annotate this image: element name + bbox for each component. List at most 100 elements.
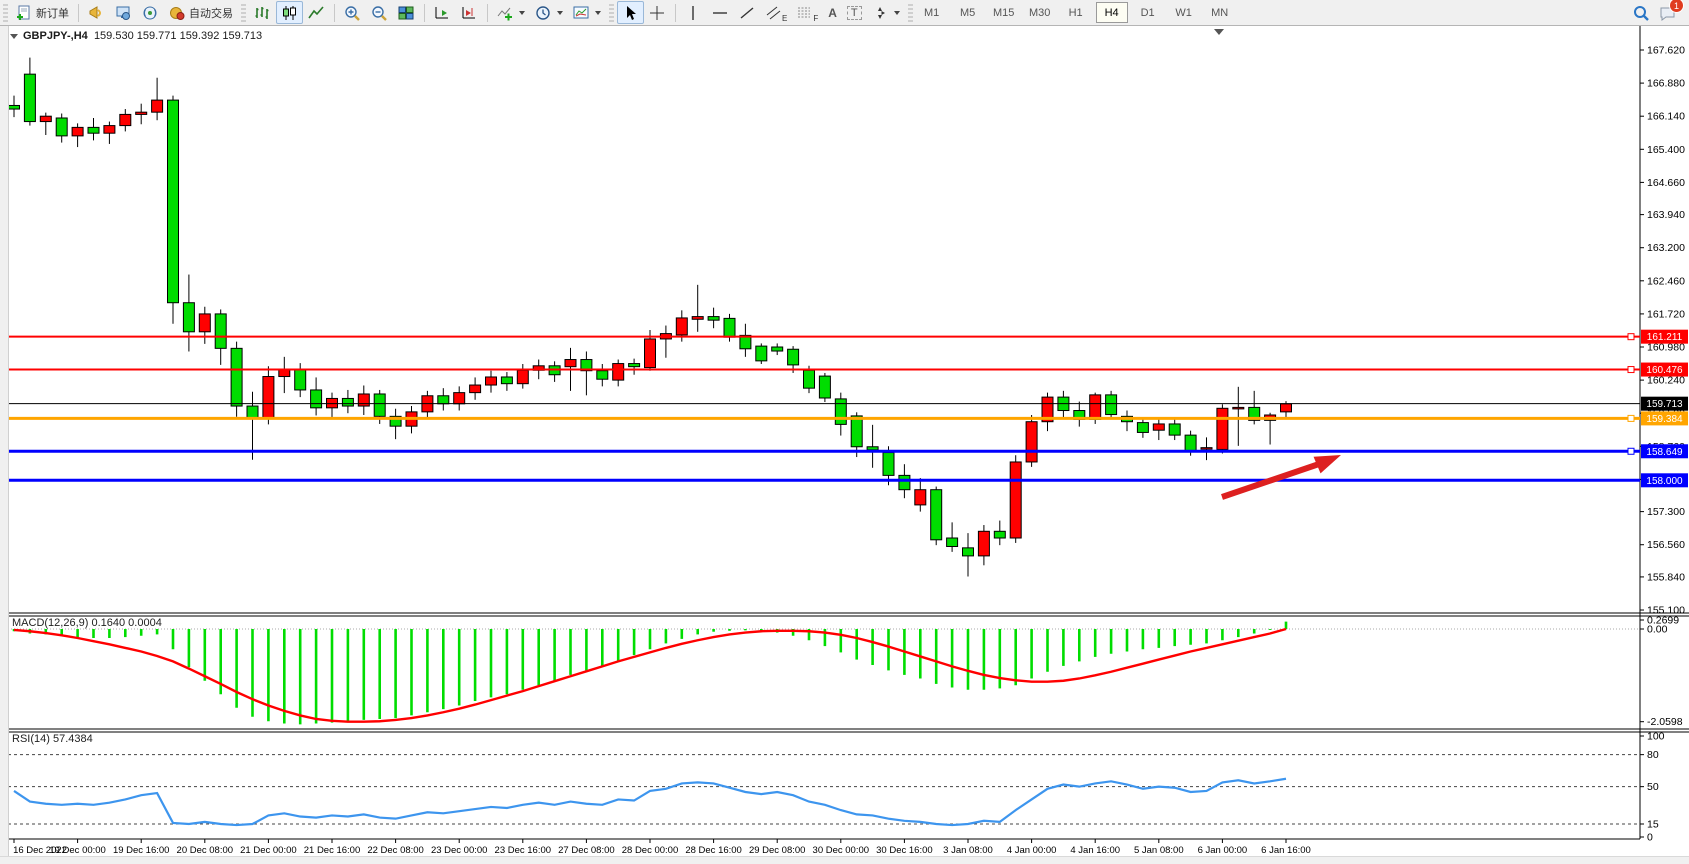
cursor-button[interactable] bbox=[617, 1, 644, 24]
collapse-ohlc-icon[interactable] bbox=[10, 34, 18, 39]
rsi-axis-label: 80 bbox=[1647, 749, 1659, 761]
chart-area[interactable]: 167.620166.880166.140165.400164.660163.9… bbox=[0, 26, 1689, 864]
toolbar-grip[interactable] bbox=[908, 4, 913, 22]
line-handle[interactable] bbox=[1628, 448, 1634, 454]
bear-candle bbox=[247, 406, 258, 418]
market-watch-button[interactable] bbox=[110, 1, 137, 24]
bull-candle bbox=[1010, 462, 1021, 538]
separator bbox=[334, 4, 335, 22]
bull-candle bbox=[104, 126, 115, 134]
fibonacci-button[interactable]: F bbox=[792, 1, 823, 24]
ideas-button[interactable] bbox=[83, 1, 110, 24]
crosshair-button[interactable] bbox=[644, 1, 671, 24]
tab-timeframe-mn[interactable]: MN bbox=[1204, 2, 1236, 23]
price-badge-label: 159.384 bbox=[1646, 414, 1683, 425]
line-handle[interactable] bbox=[1628, 367, 1634, 373]
price-tick-label: 167.620 bbox=[1647, 45, 1685, 57]
bull-candle bbox=[358, 394, 369, 406]
vertical-line-button[interactable] bbox=[680, 1, 707, 24]
tab-timeframe-h1[interactable]: H1 bbox=[1060, 2, 1092, 23]
auto-trading-label: 自动交易 bbox=[189, 5, 233, 21]
time-tick-label: 23 Dec 16:00 bbox=[495, 845, 552, 856]
time-tick-label: 4 Jan 00:00 bbox=[1007, 845, 1057, 856]
line-handle[interactable] bbox=[1628, 334, 1634, 340]
price-tick-label: 161.720 bbox=[1647, 308, 1685, 320]
price-tick-label: 165.400 bbox=[1647, 144, 1685, 156]
tab-timeframe-m30[interactable]: M30 bbox=[1024, 2, 1056, 23]
rsi-axis-label: 50 bbox=[1647, 781, 1659, 793]
bull-candle bbox=[613, 364, 624, 381]
bull-candle bbox=[1026, 422, 1037, 462]
tab-timeframe-m15[interactable]: M15 bbox=[988, 2, 1020, 23]
signals-button[interactable] bbox=[137, 1, 164, 24]
bear-candle bbox=[835, 399, 846, 424]
notifications-button[interactable]: 1 bbox=[1654, 1, 1681, 24]
bear-candle bbox=[963, 548, 974, 556]
zoom-out-icon bbox=[371, 5, 388, 21]
toolbar-grip[interactable] bbox=[3, 4, 8, 22]
zoom-out-button[interactable] bbox=[366, 1, 393, 24]
horizontal-line-button[interactable] bbox=[707, 1, 734, 24]
notification-badge: 1 bbox=[1669, 0, 1684, 13]
separator bbox=[78, 4, 79, 22]
tab-timeframe-w1[interactable]: W1 bbox=[1168, 2, 1200, 23]
chart-canvas[interactable]: 167.620166.880166.140165.400164.660163.9… bbox=[0, 26, 1689, 864]
channel-button[interactable]: E bbox=[761, 1, 792, 24]
indicators-button[interactable] bbox=[492, 1, 530, 24]
template-icon bbox=[573, 5, 590, 21]
horizontal-line-icon bbox=[712, 5, 729, 21]
search-button[interactable] bbox=[1627, 1, 1654, 24]
clock-icon bbox=[535, 5, 552, 21]
toolbar-grip[interactable] bbox=[609, 4, 614, 22]
bear-candle bbox=[295, 369, 306, 390]
bear-candle bbox=[756, 346, 767, 361]
tab-timeframe-m1[interactable]: M1 bbox=[916, 2, 948, 23]
separator bbox=[424, 4, 425, 22]
line-chart-button[interactable] bbox=[303, 1, 330, 24]
tile-windows-button[interactable] bbox=[393, 1, 420, 24]
tab-timeframe-d1[interactable]: D1 bbox=[1132, 2, 1164, 23]
tab-timeframe-m5[interactable]: M5 bbox=[952, 2, 984, 23]
price-tick-label: 164.660 bbox=[1647, 177, 1685, 189]
price-tick-label: 162.460 bbox=[1647, 275, 1685, 287]
line-handle[interactable] bbox=[1628, 415, 1634, 421]
bull-candle bbox=[486, 377, 497, 385]
price-tick-label: 157.300 bbox=[1647, 506, 1685, 518]
bear-candle bbox=[88, 127, 99, 133]
bear-candle bbox=[311, 390, 322, 408]
templates-button[interactable] bbox=[568, 1, 606, 24]
time-tick-label: 30 Dec 00:00 bbox=[813, 845, 870, 856]
bear-candle bbox=[56, 118, 67, 136]
time-tick-label: 21 Dec 00:00 bbox=[240, 845, 297, 856]
trendline-button[interactable] bbox=[734, 1, 761, 24]
chart-shift-button[interactable] bbox=[456, 1, 483, 24]
arrows-button[interactable] bbox=[867, 1, 905, 24]
vertical-line-icon bbox=[685, 5, 702, 21]
bull-candle bbox=[517, 370, 528, 383]
tab-timeframe-h4[interactable]: H4 bbox=[1096, 2, 1128, 23]
periods-button[interactable] bbox=[530, 1, 568, 24]
bear-candle bbox=[342, 398, 353, 406]
expert-advisor-icon bbox=[169, 5, 186, 21]
rsi-label: RSI(14) 57.4384 bbox=[12, 733, 93, 745]
zoom-in-button[interactable] bbox=[339, 1, 366, 24]
window-left-edge bbox=[0, 26, 9, 864]
bull-candle bbox=[120, 114, 131, 125]
channel-label: E bbox=[782, 14, 787, 23]
new-order-button[interactable]: 新订单 bbox=[11, 1, 74, 24]
tile-windows-icon bbox=[398, 5, 415, 21]
auto-trading-button[interactable]: 自动交易 bbox=[164, 1, 238, 24]
timeframe-bar: M1M5M15M30H1H4D1W1MN bbox=[916, 2, 1236, 23]
price-badge-label: 159.713 bbox=[1646, 399, 1683, 410]
bull-candle bbox=[915, 490, 926, 505]
new-order-icon bbox=[16, 5, 33, 21]
text-label-button[interactable]: T bbox=[842, 1, 867, 24]
bear-candle bbox=[772, 347, 783, 351]
text-button[interactable]: A bbox=[823, 1, 842, 24]
bull-candle bbox=[470, 385, 481, 393]
candlestick-chart-button[interactable] bbox=[276, 1, 303, 24]
bar-chart-button[interactable] bbox=[249, 1, 276, 24]
auto-scroll-button[interactable] bbox=[429, 1, 456, 24]
toolbar-grip[interactable] bbox=[241, 4, 246, 22]
bull-candle bbox=[692, 317, 703, 320]
